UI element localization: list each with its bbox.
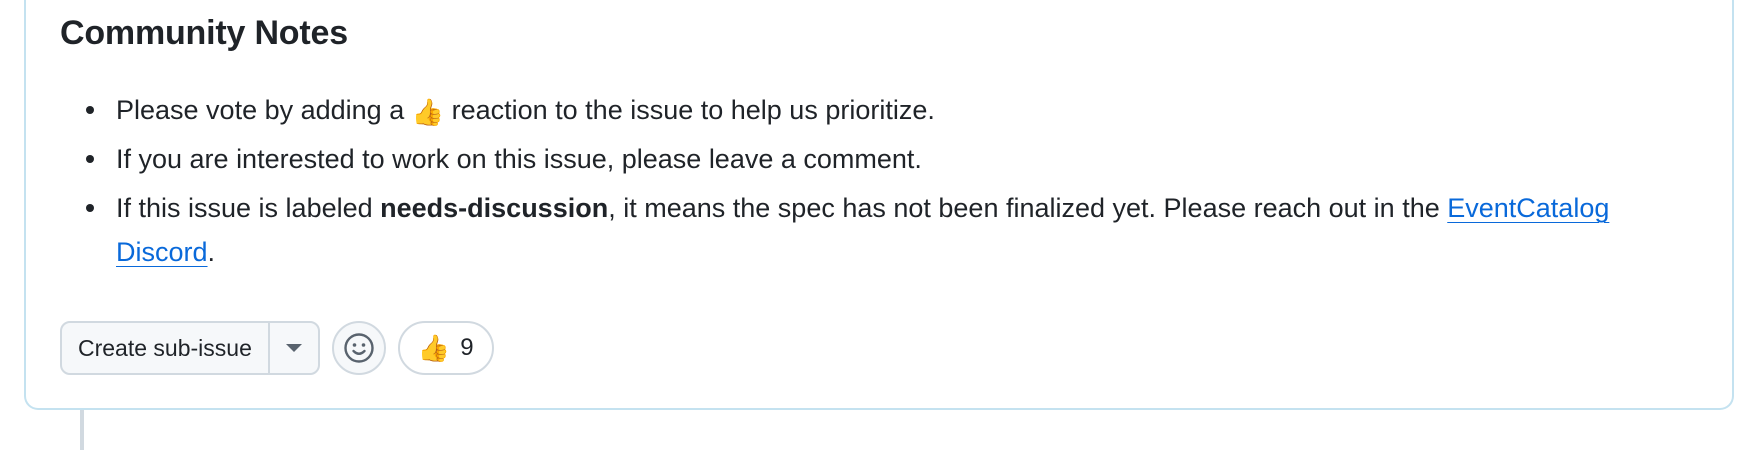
note-text: If this issue is labeled <box>116 193 381 223</box>
note-text: Please vote by adding a <box>116 95 412 125</box>
notes-list: Please vote by adding a 👍 reaction to th… <box>60 88 1676 279</box>
smiley-icon <box>344 333 374 363</box>
note-text: . <box>207 237 216 267</box>
comment-card: Community Notes Please vote by adding a … <box>24 0 1734 410</box>
note-text: If you are interested to work on this is… <box>116 144 922 174</box>
triangle-down-icon <box>285 344 302 352</box>
section-heading: Community Notes <box>60 14 348 52</box>
list-item: If this issue is labeled needs-discussio… <box>86 186 1676 274</box>
list-item: If you are interested to work on this is… <box>86 137 1676 181</box>
label-name: needs-discussion <box>380 193 609 223</box>
list-item: Please vote by adding a 👍 reaction to th… <box>86 88 1676 132</box>
create-sub-issue-split-button: Create sub-issue <box>60 321 320 375</box>
thumbs-up-reaction-button[interactable]: 👍 9 <box>397 321 494 375</box>
create-sub-issue-dropdown-button[interactable] <box>270 323 318 373</box>
create-sub-issue-button[interactable]: Create sub-issue <box>62 323 270 373</box>
note-text: , it means the spec has not been finaliz… <box>608 193 1448 223</box>
add-reaction-button[interactable] <box>331 321 386 375</box>
comment-actions: Create sub-issue 👍 9 <box>60 320 494 376</box>
note-text: reaction to the issue to help us priorit… <box>444 95 935 125</box>
timeline-connector <box>80 410 84 450</box>
thumbs-up-icon: 👍 <box>417 333 451 363</box>
reaction-count: 9 <box>460 334 474 361</box>
thumbs-up-icon: 👍 <box>411 97 445 127</box>
